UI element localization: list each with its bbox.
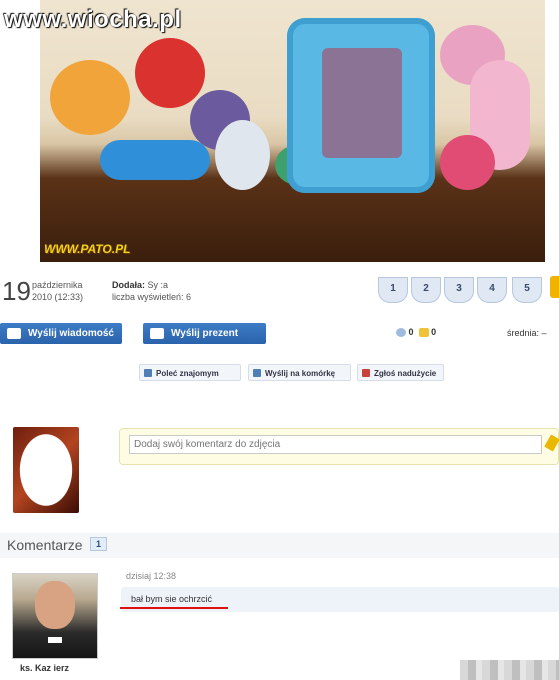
report-label: Zgłoś nadużycie — [374, 369, 437, 378]
comment-author-name[interactable]: ks. Kaz ierz — [20, 663, 69, 673]
report-icon — [362, 369, 370, 377]
photo-watermark: WWW.PATO.PL — [44, 242, 131, 256]
photo-meta: Dodała: Sy :a liczba wyświetleń: 6 — [112, 279, 191, 303]
rating-average: średnia: – — [507, 328, 547, 338]
send-message-label: Wyślij wiadomość — [28, 328, 114, 339]
recommend-label: Poleć znajomym — [156, 369, 219, 378]
date-month-line2: 2010 (12:33) — [32, 292, 84, 302]
avatar-collar — [48, 637, 62, 643]
comment-text: bał bym sie ochrzcić — [131, 594, 213, 604]
site-logo[interactable]: www.wiocha.pl — [4, 6, 182, 34]
phone-icon — [253, 369, 261, 377]
baby-photo — [322, 48, 402, 158]
comments-stat: 0 — [408, 327, 414, 337]
gift-small-icon — [418, 328, 429, 338]
average-value: – — [541, 328, 547, 338]
send-to-phone-label: Wyślij na komórkę — [265, 369, 336, 378]
rating-star-4[interactable]: 4 — [477, 277, 507, 303]
date-month: października 2010 (12:33) — [32, 279, 83, 303]
rating-extra-icon[interactable] — [550, 276, 559, 298]
send-gift-label: Wyślij prezent — [171, 328, 239, 339]
comments-count-badge: 1 — [90, 537, 108, 551]
gift-icon — [150, 328, 164, 339]
report-button[interactable]: Zgłoś nadużycie — [357, 364, 444, 381]
comments-header — [0, 533, 559, 558]
rating-star-5[interactable]: 5 — [512, 277, 542, 303]
avatar-face — [35, 581, 75, 629]
comment-time: dzisiaj 12:38 — [126, 571, 177, 581]
comments-title: Komentarze — [7, 537, 83, 553]
recommend-icon — [144, 369, 152, 377]
rating-star-1[interactable]: 1 — [378, 277, 408, 303]
heart-icon — [396, 328, 406, 338]
send-gift-button[interactable]: Wyślij prezent — [143, 323, 266, 344]
blurred-area — [460, 660, 559, 680]
average-label: średnia: — [507, 328, 540, 338]
comment-input[interactable] — [129, 435, 542, 454]
send-message-button[interactable]: Wyślij wiadomość — [0, 323, 122, 344]
envelope-icon — [7, 328, 21, 339]
views-label: liczba wyświetleń: — [112, 292, 184, 302]
highlight-underline — [120, 607, 228, 609]
rating-star-2[interactable]: 2 — [411, 277, 441, 303]
gifts-stat: 0 — [431, 327, 437, 337]
views-value: 6 — [186, 292, 192, 302]
recommend-button[interactable]: Poleć znajomym — [139, 364, 241, 381]
date-day: 19 — [2, 276, 31, 306]
added-by-value[interactable]: Sy :a — [148, 280, 169, 290]
photo-main[interactable]: WWW.PATO.PL — [40, 0, 545, 262]
date-month-line1: października — [32, 280, 83, 290]
user-avatar[interactable] — [13, 427, 79, 513]
added-by-label: Dodała: — [112, 280, 146, 290]
rating-star-3[interactable]: 3 — [444, 277, 474, 303]
photo-stats: 0 0 — [396, 327, 437, 338]
send-to-phone-button[interactable]: Wyślij na komórkę — [248, 364, 351, 381]
